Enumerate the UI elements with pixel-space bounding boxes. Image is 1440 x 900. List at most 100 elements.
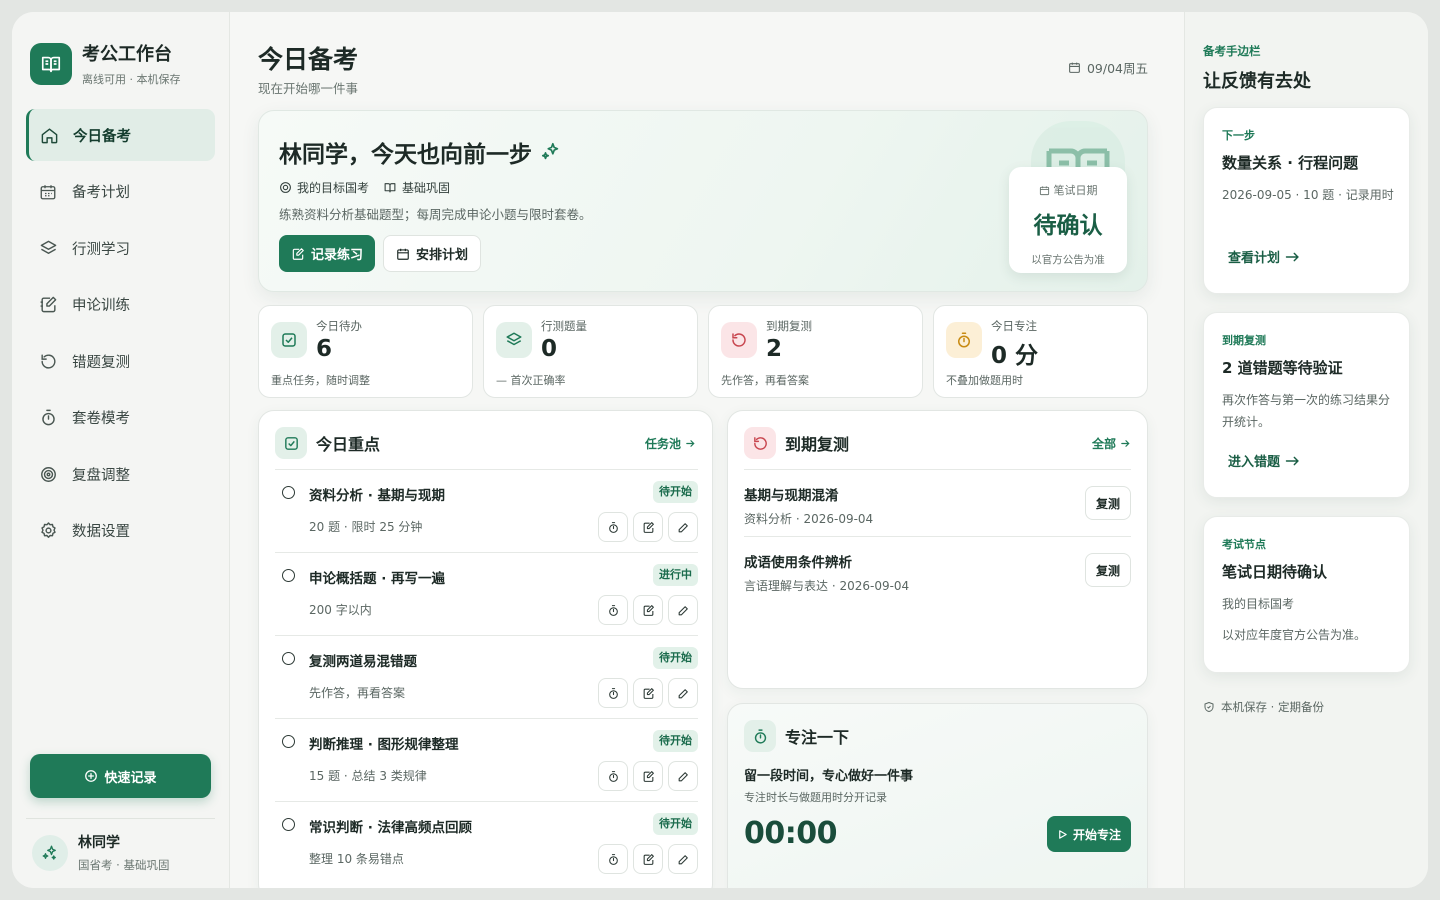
storage-note: 本机保存 · 定期备份	[1203, 699, 1324, 715]
brand-title: 考公工作台	[82, 44, 172, 65]
retest-button[interactable]: 复测	[1085, 486, 1131, 520]
view-plan-label: 查看计划	[1228, 251, 1281, 266]
card-note: 以对应年度官方公告为准。	[1222, 628, 1367, 642]
pencil-icon	[678, 854, 688, 864]
start-focus-button[interactable]: 开始专注	[1046, 816, 1131, 852]
task-pool-link[interactable]: 任务池	[645, 435, 696, 452]
task-checkbox[interactable]	[282, 652, 295, 665]
view-plan-link[interactable]: 查看计划	[1228, 247, 1300, 266]
exam-milestone-card[interactable]: 考试节点 笔试日期待确认 我的目标国考 以对应年度官方公告为准。	[1203, 516, 1410, 673]
note-button[interactable]	[633, 761, 663, 791]
timer-button[interactable]	[598, 512, 628, 542]
timer-icon	[608, 853, 618, 865]
due-review-card[interactable]: 到期复测 2 道错题等待验证 再次作答与第一次的练习结果分开统计。 进入错题	[1203, 312, 1410, 498]
stat-card-focus[interactable]: 今日专注 0 分 不叠加做题用时	[933, 305, 1148, 398]
edit-button[interactable]	[668, 844, 698, 874]
user-name: 林同学	[78, 835, 120, 851]
edit-button[interactable]	[668, 678, 698, 708]
edit-button[interactable]	[668, 761, 698, 791]
task-title: 资料分析 · 基期与现期	[309, 488, 446, 504]
review-item[interactable]: 基期与现期混淆 资料分析 · 2026-09-04 复测	[744, 469, 1131, 536]
note-button[interactable]	[633, 512, 663, 542]
timer-button[interactable]	[598, 678, 628, 708]
arrange-plan-button[interactable]: 安排计划	[383, 235, 482, 272]
check-square-icon	[275, 427, 307, 459]
sidebar-item-review[interactable]: 复盘调整	[26, 448, 215, 500]
review-meta: 言语理解与表达 · 2026-09-04	[744, 579, 910, 593]
stat-label: 今日待办	[316, 319, 362, 333]
panel-title: 到期复测	[785, 435, 850, 454]
next-step-card[interactable]: 下一步 数量关系 · 行程问题 2026-09-05 · 10 题 · 记录用时…	[1203, 107, 1410, 294]
timer-button[interactable]	[598, 595, 628, 625]
sidebar-item-label: 行测学习	[72, 241, 130, 258]
edit-note-icon	[643, 853, 654, 865]
calendar-icon	[1068, 61, 1081, 74]
note-button[interactable]	[633, 844, 663, 874]
stat-value: 0	[541, 336, 558, 362]
task-row[interactable]: 常识判断 · 法律高频点回顾 待开始 整理 10 条易错点	[275, 801, 698, 884]
task-row[interactable]: 申论概括题 · 再写一遍 进行中 200 字以内	[275, 552, 698, 635]
task-checkbox[interactable]	[282, 735, 295, 748]
arrow-right-icon	[1120, 438, 1131, 449]
stage-tag: 基础巩固	[383, 179, 450, 196]
stat-value: 0 分	[991, 343, 1039, 369]
edit-button[interactable]	[668, 512, 698, 542]
timer-button[interactable]	[598, 761, 628, 791]
gear-icon	[38, 521, 58, 541]
note-button[interactable]	[633, 678, 663, 708]
enter-mistakes-link[interactable]: 进入错题	[1228, 451, 1300, 470]
task-row[interactable]: 资料分析 · 基期与现期 待开始 20 题 · 限时 25 分钟	[275, 469, 698, 552]
task-actions	[593, 761, 698, 791]
calendar-icon	[396, 247, 410, 261]
sidebar-item-shenlun[interactable]: 申论训练	[26, 279, 215, 331]
panel-header: 到期复测 全部	[744, 427, 1131, 459]
pencil-icon	[678, 688, 688, 698]
task-checkbox[interactable]	[282, 818, 295, 831]
start-focus-label: 开始专注	[1072, 827, 1121, 842]
user-subtitle: 国省考 · 基础巩固	[78, 858, 170, 872]
note-button[interactable]	[633, 595, 663, 625]
timer-icon	[608, 687, 618, 699]
review-item[interactable]: 成语使用条件辨析 言语理解与表达 · 2026-09-04 复测	[744, 536, 1131, 603]
sidebar-item-mistakes[interactable]: 错题复测	[26, 335, 215, 387]
sidebar-item-plan[interactable]: 备考计划	[26, 166, 215, 218]
stat-label: 今日专注	[991, 319, 1037, 333]
task-meta: 整理 10 条易错点	[309, 852, 404, 866]
task-row[interactable]: 判断推理 · 图形规律整理 待开始 15 题 · 总结 3 类规律	[275, 718, 698, 801]
user-profile[interactable]: 林同学 国省考 · 基础巩固	[32, 832, 169, 873]
task-checkbox[interactable]	[282, 486, 295, 499]
stage-tag-label: 基础巩固	[402, 181, 451, 195]
sidebar-item-xingce[interactable]: 行测学习	[26, 222, 215, 274]
right-rail: 备考手边栏 让反馈有去处 下一步 数量关系 · 行程问题 2026-09-05 …	[1184, 12, 1428, 888]
sidebar-item-mock[interactable]: 套卷模考	[26, 392, 215, 444]
stat-note: — 首次正确率	[496, 374, 566, 387]
focus-subtitle: 专注时长与做题用时分开记录	[744, 791, 887, 804]
hero-greeting: 林同学，今天也向前一步	[279, 135, 562, 169]
task-row[interactable]: 复测两道易混错题 待开始 先作答，再看答案	[275, 635, 698, 718]
sidebar-item-label: 今日备考	[73, 128, 131, 145]
record-practice-button[interactable]: 记录练习	[279, 235, 376, 272]
retest-button[interactable]: 复测	[1085, 553, 1131, 587]
timer-button[interactable]	[598, 844, 628, 874]
arrow-right-icon	[685, 438, 696, 449]
sidebar-item-today[interactable]: 今日备考	[26, 109, 215, 161]
hero-title: 林同学，今天也向前一步	[279, 142, 532, 168]
layers-icon	[38, 238, 58, 258]
task-title: 判断推理 · 图形规律整理	[309, 737, 459, 753]
rotate-icon	[721, 322, 757, 358]
task-checkbox[interactable]	[282, 569, 295, 582]
panel-header: 今日重点 任务池	[275, 427, 696, 459]
stat-card-todo[interactable]: 今日待办 6 重点任务，随时调整	[258, 305, 473, 398]
brand-subtitle: 离线可用 · 本机保存	[82, 73, 181, 86]
exam-date-label: 笔试日期	[1053, 184, 1098, 197]
task-status-badge: 待开始	[653, 813, 698, 835]
sidebar-item-settings[interactable]: 数据设置	[26, 505, 215, 557]
quick-record-button[interactable]: 快速记录	[30, 754, 211, 798]
stat-card-due-review[interactable]: 到期复测 2 先作答，再看答案	[708, 305, 923, 398]
view-all-link[interactable]: 全部	[1092, 435, 1131, 452]
quick-record-label: 快速记录	[104, 770, 157, 786]
stat-value: 6	[316, 336, 333, 362]
edit-button[interactable]	[668, 595, 698, 625]
focus-headline: 留一段时间，专心做好一件事	[744, 769, 914, 784]
stat-card-questions[interactable]: 行测题量 0 — 首次正确率	[483, 305, 698, 398]
